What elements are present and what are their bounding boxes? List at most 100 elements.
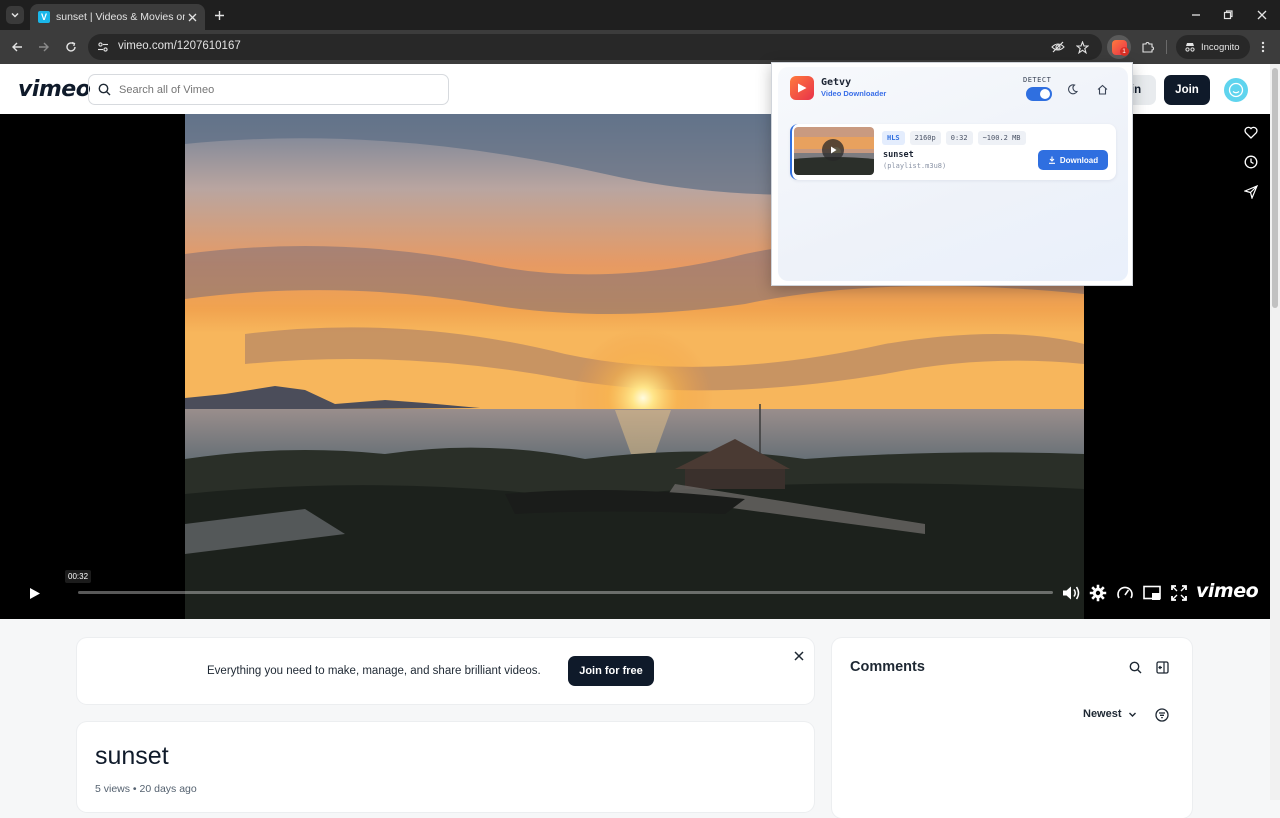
site-info-button[interactable] [94,38,112,56]
join-for-free-button[interactable]: Join for free [568,656,654,686]
search-icon [1129,661,1141,673]
tab-search-button[interactable] [6,6,24,24]
tab-close-button[interactable] [185,10,199,24]
getvy-subtitle: Video Downloader [821,89,887,98]
comments-title: Comments [850,659,925,675]
search-input[interactable] [119,83,419,96]
sidebar-panel-icon [1155,660,1169,674]
search-box[interactable] [88,74,449,105]
browser-tab[interactable]: V sunset | Videos & Movies on Vimeo [30,4,205,30]
reload-button[interactable] [62,38,80,56]
close-window-button[interactable] [1254,7,1270,23]
close-icon [794,651,804,661]
close-icon [1257,10,1267,20]
volume-button[interactable] [1061,583,1081,603]
play-icon [30,587,40,599]
extensions-button[interactable] [1136,35,1160,59]
getvy-popup-body: Getvy Video Downloader DETECT HLS 2160p … [778,67,1128,281]
detect-label: DETECT [1023,76,1052,84]
getvy-popup: Getvy Video Downloader DETECT HLS 2160p … [771,62,1133,286]
tab-title: sunset | Videos & Movies on Vimeo [56,11,185,23]
share-button[interactable] [1242,183,1260,201]
toggle-knob [1040,89,1050,99]
extension-badge: 1 [1119,46,1129,56]
video-title: sunset [95,742,169,770]
getvy-extension-button[interactable]: 1 [1107,35,1131,59]
video-thumbnail [794,127,874,175]
watch-later-button[interactable] [1242,153,1260,171]
like-button[interactable] [1242,123,1260,141]
pip-button[interactable] [1142,583,1162,603]
bookmark-button[interactable] [1074,39,1090,55]
resolution-tag: 2160p [909,131,941,145]
more-vertical-icon [1261,41,1265,53]
heart-icon [1244,126,1258,139]
download-button[interactable]: Download [1038,150,1108,170]
download-icon [1048,156,1055,164]
home-icon [1097,84,1107,95]
comments-filter-button[interactable] [1154,707,1170,723]
star-icon [1075,40,1089,54]
gear-icon [1089,584,1107,602]
getvy-name: Getvy [821,77,852,88]
home-button[interactable] [1095,82,1109,96]
theme-toggle-button[interactable] [1065,82,1079,96]
browser-menu-button[interactable] [1254,38,1272,56]
detected-video-card: HLS 2160p 0:32 ~100.2 MB sunset (playlis… [790,124,1116,180]
join-button[interactable]: Join [1164,75,1210,105]
url-text: vimeo.com/1207610167 [118,40,241,52]
size-tag: ~100.2 MB [977,131,1026,145]
speedometer-icon [1117,586,1133,599]
duration-tag: 0:32 [945,131,973,145]
moon-icon [1067,83,1078,94]
fullscreen-icon [1171,585,1187,601]
clock-icon [1244,155,1258,169]
format-tag: HLS [882,131,905,145]
banner-text: Everything you need to make, manage, and… [207,665,541,677]
chevron-down-icon [11,12,19,18]
video-info-card: sunset 5 views • 20 days ago [77,722,814,812]
filter-icon [1155,708,1169,722]
scrollbar-thumb[interactable] [1272,68,1278,308]
thumbnail-play-button[interactable] [822,139,844,161]
getvy-logo-icon [790,76,814,100]
player-vimeo-logo[interactable]: vimeo [1196,580,1259,602]
detect-toggle[interactable] [1026,87,1052,101]
settings-button[interactable] [1088,583,1108,603]
toolbar-divider [1166,40,1167,54]
address-bar[interactable]: vimeo.com/1207610167 [88,34,1102,60]
vimeo-logo[interactable]: vimeo [18,77,91,102]
banner-close-button[interactable] [791,648,807,664]
comments-panel-toggle-button[interactable] [1154,659,1170,675]
video-tags: HLS 2160p 0:32 ~100.2 MB [882,131,1026,145]
speed-button[interactable] [1115,583,1135,603]
arrow-right-icon [39,42,49,52]
play-button[interactable] [26,584,44,602]
progress-bar[interactable] [78,591,1053,594]
forward-button[interactable] [35,38,53,56]
time-tooltip: 00:32 [65,570,92,583]
page-scrollbar[interactable] [1270,64,1280,800]
puzzle-icon [1142,42,1154,53]
incognito-label: Incognito [1201,41,1240,53]
plus-icon [214,10,224,20]
reload-icon [66,41,76,52]
tracking-protection-button[interactable] [1050,39,1066,55]
avatar[interactable] [1224,78,1248,102]
comments-sort-dropdown[interactable]: Newest [1083,708,1137,720]
vimeo-favicon-icon: V [38,11,50,23]
search-icon [98,83,111,96]
comments-search-button[interactable] [1127,659,1143,675]
minimize-button[interactable] [1188,7,1204,23]
new-tab-button[interactable] [211,7,227,23]
eye-off-icon [1051,41,1065,53]
send-icon [1244,185,1258,199]
picture-in-picture-icon [1143,585,1161,600]
restore-button[interactable] [1220,7,1236,23]
incognito-indicator[interactable]: Incognito [1176,35,1250,59]
smiley-icon [1228,82,1244,98]
close-icon [188,13,196,21]
back-button[interactable] [8,38,26,56]
incognito-icon [1185,43,1195,52]
fullscreen-button[interactable] [1169,583,1189,603]
